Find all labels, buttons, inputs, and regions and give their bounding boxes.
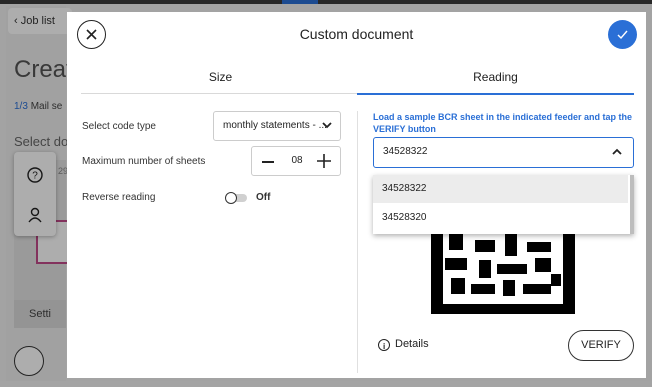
panel-divider bbox=[357, 111, 358, 373]
reverse-reading-label: Reverse reading bbox=[82, 192, 156, 203]
dropdown-scrollbar[interactable] bbox=[630, 175, 634, 234]
code-type-select[interactable]: monthly statements - ... bbox=[213, 111, 341, 141]
max-sheets-stepper: 08 bbox=[251, 146, 341, 176]
max-sheets-value[interactable]: 08 bbox=[284, 147, 310, 175]
details-label: Details bbox=[395, 338, 429, 350]
close-button[interactable] bbox=[77, 20, 106, 49]
dropdown-option[interactable]: 34528320 bbox=[373, 204, 628, 232]
tab-reading[interactable]: Reading bbox=[357, 70, 634, 84]
confirm-button[interactable] bbox=[608, 20, 637, 49]
info-icon: i bbox=[378, 339, 390, 351]
decrement-button[interactable] bbox=[262, 161, 274, 163]
reverse-reading-toggle[interactable] bbox=[225, 192, 249, 204]
code-select[interactable]: 34528322 bbox=[373, 137, 634, 168]
close-icon bbox=[86, 29, 97, 40]
verify-button[interactable]: VERIFY bbox=[568, 330, 634, 361]
toggle-knob bbox=[225, 192, 237, 204]
custom-document-dialog: Custom document Size Reading Select code… bbox=[67, 12, 646, 378]
active-tab-indicator bbox=[357, 93, 634, 95]
max-sheets-label: Maximum number of sheets bbox=[82, 156, 206, 167]
code-type-value: monthly statements - ... bbox=[223, 120, 327, 131]
chevron-up-icon bbox=[612, 148, 622, 155]
barcode-image bbox=[431, 234, 575, 314]
reading-instruction: Load a sample BCR sheet in the indicated… bbox=[373, 112, 633, 134]
code-type-label: Select code type bbox=[82, 121, 156, 132]
chevron-down-icon bbox=[322, 122, 332, 129]
reverse-reading-state: Off bbox=[256, 192, 271, 203]
dialog-header: Custom document bbox=[67, 12, 646, 56]
dialog-title: Custom document bbox=[299, 26, 414, 42]
check-icon bbox=[617, 30, 628, 40]
tab-size[interactable]: Size bbox=[81, 70, 360, 84]
increment-button[interactable] bbox=[317, 154, 331, 168]
code-dropdown-list: 34528322 34528320 bbox=[373, 175, 634, 234]
dropdown-option[interactable]: 34528322 bbox=[373, 175, 628, 203]
code-select-value: 34528322 bbox=[383, 146, 428, 157]
